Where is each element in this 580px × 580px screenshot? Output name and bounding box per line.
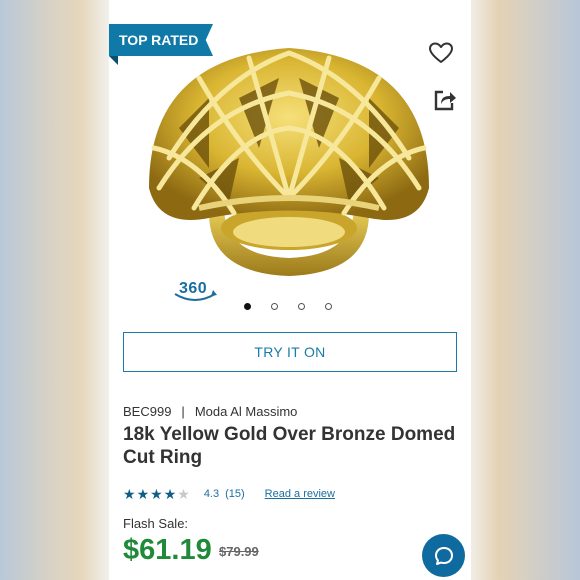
product-sku: BEC999: [123, 404, 172, 419]
carousel-dots: [244, 303, 332, 310]
read-review-link[interactable]: Read a review: [265, 488, 335, 500]
view-360-button[interactable]: 360: [169, 276, 221, 304]
meta-separator: |: [181, 404, 185, 419]
star-full-icon: ★: [136, 486, 150, 502]
carousel-dot[interactable]: [325, 303, 332, 310]
ribbon-tail: [109, 56, 118, 65]
original-price: $79.99: [219, 544, 259, 559]
star-empty-icon: ★: [177, 486, 190, 502]
carousel-dot[interactable]: [271, 303, 278, 310]
star-full-icon: ★: [123, 486, 136, 502]
carousel-dot[interactable]: [244, 303, 251, 310]
rating-row: ★ ★ ★ ★ ★ 4.3 (15) Read a review: [123, 486, 335, 502]
rating-value: 4.3: [203, 488, 220, 500]
star-full-icon: ★: [163, 486, 177, 502]
carousel-dot[interactable]: [298, 303, 305, 310]
product-page: TOP RATED 360 TRY IT ON BEC999 | Moda Al…: [109, 0, 471, 580]
sale-price: $61.19: [123, 534, 212, 566]
chat-icon: [434, 546, 453, 565]
chat-button[interactable]: [422, 534, 465, 577]
product-title: 18k Yellow Gold Over Bronze Domed Cut Ri…: [123, 424, 456, 468]
brand-link[interactable]: Moda Al Massimo: [195, 404, 298, 419]
view-360-label: 360: [179, 280, 208, 297]
star-rating[interactable]: ★ ★ ★ ★ ★: [123, 487, 190, 501]
product-image-ring[interactable]: [139, 38, 439, 283]
star-full-icon: ★: [150, 486, 163, 502]
flash-sale-label: Flash Sale:: [123, 516, 189, 531]
product-meta: BEC999 | Moda Al Massimo: [123, 404, 297, 419]
try-it-on-button[interactable]: TRY IT ON: [123, 332, 457, 372]
rating-count[interactable]: (15): [225, 488, 245, 500]
